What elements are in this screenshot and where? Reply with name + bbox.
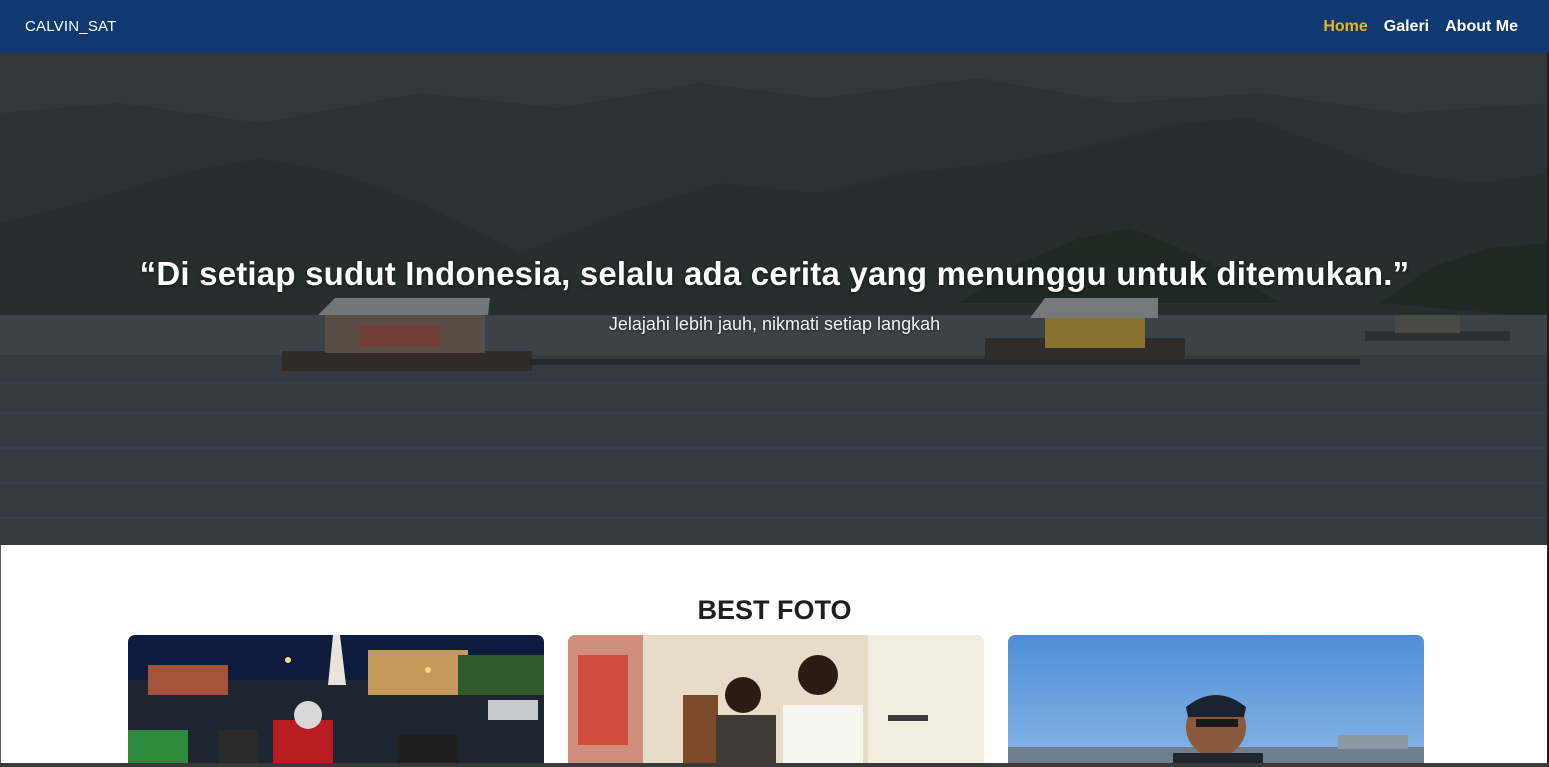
hero-subtitle: Jelajahi lebih jauh, nikmati setiap lang…	[608, 314, 941, 334]
navbar: CALVIN_SAT Home Galeri About Me	[0, 0, 1549, 53]
photo-night-city-image	[128, 635, 544, 767]
photo-card-two-friends[interactable]	[568, 635, 984, 767]
photo-portrait-sky-image	[1008, 635, 1424, 767]
photo-two-friends-image	[568, 635, 984, 767]
best-foto-title: BEST FOTO	[697, 595, 852, 625]
left-border	[0, 545, 1, 767]
hero-title: “Di setiap sudut Indonesia, selalu ada c…	[139, 255, 1410, 292]
nav-link-home[interactable]: Home	[1323, 18, 1367, 36]
hero-section: “Di setiap sudut Indonesia, selalu ada c…	[0, 53, 1549, 545]
photo-card-night-motorbike[interactable]	[128, 635, 544, 767]
nav-link-galeri[interactable]: Galeri	[1384, 18, 1429, 36]
nav-link-about-me[interactable]: About Me	[1445, 18, 1518, 36]
hero-overlay	[0, 53, 1549, 545]
brand-logo[interactable]: CALVIN_SAT	[25, 18, 116, 35]
nav-links: Home Galeri About Me	[1323, 18, 1518, 36]
bottom-border	[0, 763, 1549, 767]
photo-card-portrait-sky[interactable]	[1008, 635, 1424, 767]
